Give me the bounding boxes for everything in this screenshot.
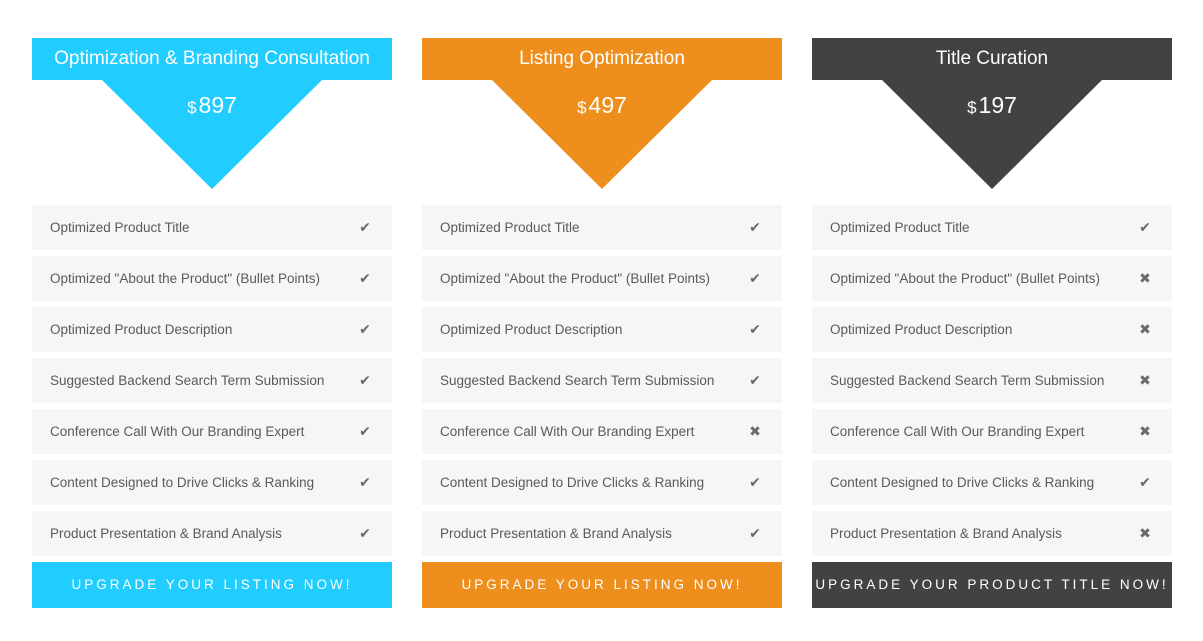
feature-label: Conference Call With Our Branding Expert [830,424,1085,439]
price-currency: $ [967,98,977,117]
pricing-plan: Title Curation $197 Optimized Product Titl… [812,38,1172,608]
feature-row: Content Designed to Drive Clicks & Ranki… [422,460,782,505]
feature-label: Optimized "About the Product" (Bullet Po… [830,271,1100,286]
price-currency: $ [577,98,587,117]
cross-icon: ✖ [1139,321,1151,337]
feature-row: Suggested Backend Search Term Submission… [812,358,1172,403]
check-icon: ✔ [1139,219,1151,235]
feature-row: Optimized Product Title ✔ [422,205,782,250]
plan-header: Optimization & Branding Consultation $897 [32,38,392,189]
feature-list: Optimized Product Title ✔ Optimized "About… [32,205,392,556]
feature-row: Optimized Product Title ✔ [32,205,392,250]
cross-icon: ✖ [1139,423,1151,439]
price-currency: $ [187,98,197,117]
plan-title: Title Curation [812,38,1172,80]
price-amount: 497 [588,92,627,118]
check-icon: ✔ [359,270,371,286]
check-icon: ✔ [749,270,761,286]
check-icon: ✔ [749,321,761,337]
upgrade-button[interactable]: UPGRADE YOUR LISTING NOW! [422,562,782,608]
upgrade-button[interactable]: UPGRADE YOUR PRODUCT TITLE NOW! [812,562,1172,608]
feature-row: Content Designed to Drive Clicks & Ranki… [32,460,392,505]
feature-label: Optimized Product Title [50,220,190,235]
feature-row: Content Designed to Drive Clicks & Ranki… [812,460,1172,505]
feature-row: Product Presentation & Brand Analysis ✔ [422,511,782,556]
check-icon: ✔ [359,474,371,490]
check-icon: ✔ [749,219,761,235]
feature-row: Product Presentation & Brand Analysis ✖ [812,511,1172,556]
feature-label: Product Presentation & Brand Analysis [440,526,672,541]
feature-label: Optimized Product Description [440,322,623,337]
feature-row: Conference Call With Our Branding Expert… [812,409,1172,454]
check-icon: ✔ [749,525,761,541]
feature-list: Optimized Product Title ✔ Optimized "About… [812,205,1172,556]
feature-row: Product Presentation & Brand Analysis ✔ [32,511,392,556]
feature-row: Suggested Backend Search Term Submission… [32,358,392,403]
feature-label: Suggested Backend Search Term Submission [50,373,325,388]
plan-price: $897 [32,92,392,119]
feature-label: Product Presentation & Brand Analysis [50,526,282,541]
price-amount: 197 [978,92,1017,118]
check-icon: ✔ [1139,474,1151,490]
feature-label: Suggested Backend Search Term Submission [830,373,1105,388]
feature-label: Optimized Product Title [440,220,580,235]
feature-label: Conference Call With Our Branding Expert [440,424,695,439]
cross-icon: ✖ [1139,270,1151,286]
feature-row: Optimized Product Description ✖ [812,307,1172,352]
feature-row: Optimized Product Title ✔ [812,205,1172,250]
feature-label: Optimized "About the Product" (Bullet Po… [50,271,320,286]
check-icon: ✔ [359,321,371,337]
plan-header: Title Curation $197 [812,38,1172,189]
feature-label: Conference Call With Our Branding Expert [50,424,305,439]
feature-label: Optimized Product Description [50,322,233,337]
cross-icon: ✖ [749,423,761,439]
feature-list: Optimized Product Title ✔ Optimized "About… [422,205,782,556]
feature-label: Optimized "About the Product" (Bullet Po… [440,271,710,286]
check-icon: ✔ [359,525,371,541]
feature-row: Suggested Backend Search Term Submission… [422,358,782,403]
feature-label: Content Designed to Drive Clicks & Ranki… [50,475,315,490]
cross-icon: ✖ [1139,372,1151,388]
check-icon: ✔ [749,372,761,388]
feature-label: Content Designed to Drive Clicks & Ranki… [830,475,1095,490]
check-icon: ✔ [359,423,371,439]
pricing-plan: Listing Optimization $497 Optimized Produc… [422,38,782,608]
upgrade-button[interactable]: UPGRADE YOUR LISTING NOW! [32,562,392,608]
plan-title: Listing Optimization [422,38,782,80]
price-amount: 897 [198,92,237,118]
feature-label: Suggested Backend Search Term Submission [440,373,715,388]
plan-price: $497 [422,92,782,119]
feature-row: Optimized Product Description ✔ [32,307,392,352]
feature-row: Optimized "About the Product" (Bullet Po… [32,256,392,301]
feature-label: Optimized Product Description [830,322,1013,337]
plan-header: Listing Optimization $497 [422,38,782,189]
feature-label: Content Designed to Drive Clicks & Ranki… [440,475,705,490]
feature-row: Conference Call With Our Branding Expert… [32,409,392,454]
check-icon: ✔ [359,219,371,235]
check-icon: ✔ [359,372,371,388]
feature-row: Optimized Product Description ✔ [422,307,782,352]
feature-label: Product Presentation & Brand Analysis [830,526,1062,541]
feature-row: Optimized "About the Product" (Bullet Po… [422,256,782,301]
check-icon: ✔ [749,474,761,490]
pricing-plan: Optimization & Branding Consultation $897… [32,38,392,608]
plan-title: Optimization & Branding Consultation [32,38,392,80]
plan-price: $197 [812,92,1172,119]
cross-icon: ✖ [1139,525,1151,541]
feature-row: Conference Call With Our Branding Expert… [422,409,782,454]
feature-row: Optimized "About the Product" (Bullet Po… [812,256,1172,301]
feature-label: Optimized Product Title [830,220,970,235]
